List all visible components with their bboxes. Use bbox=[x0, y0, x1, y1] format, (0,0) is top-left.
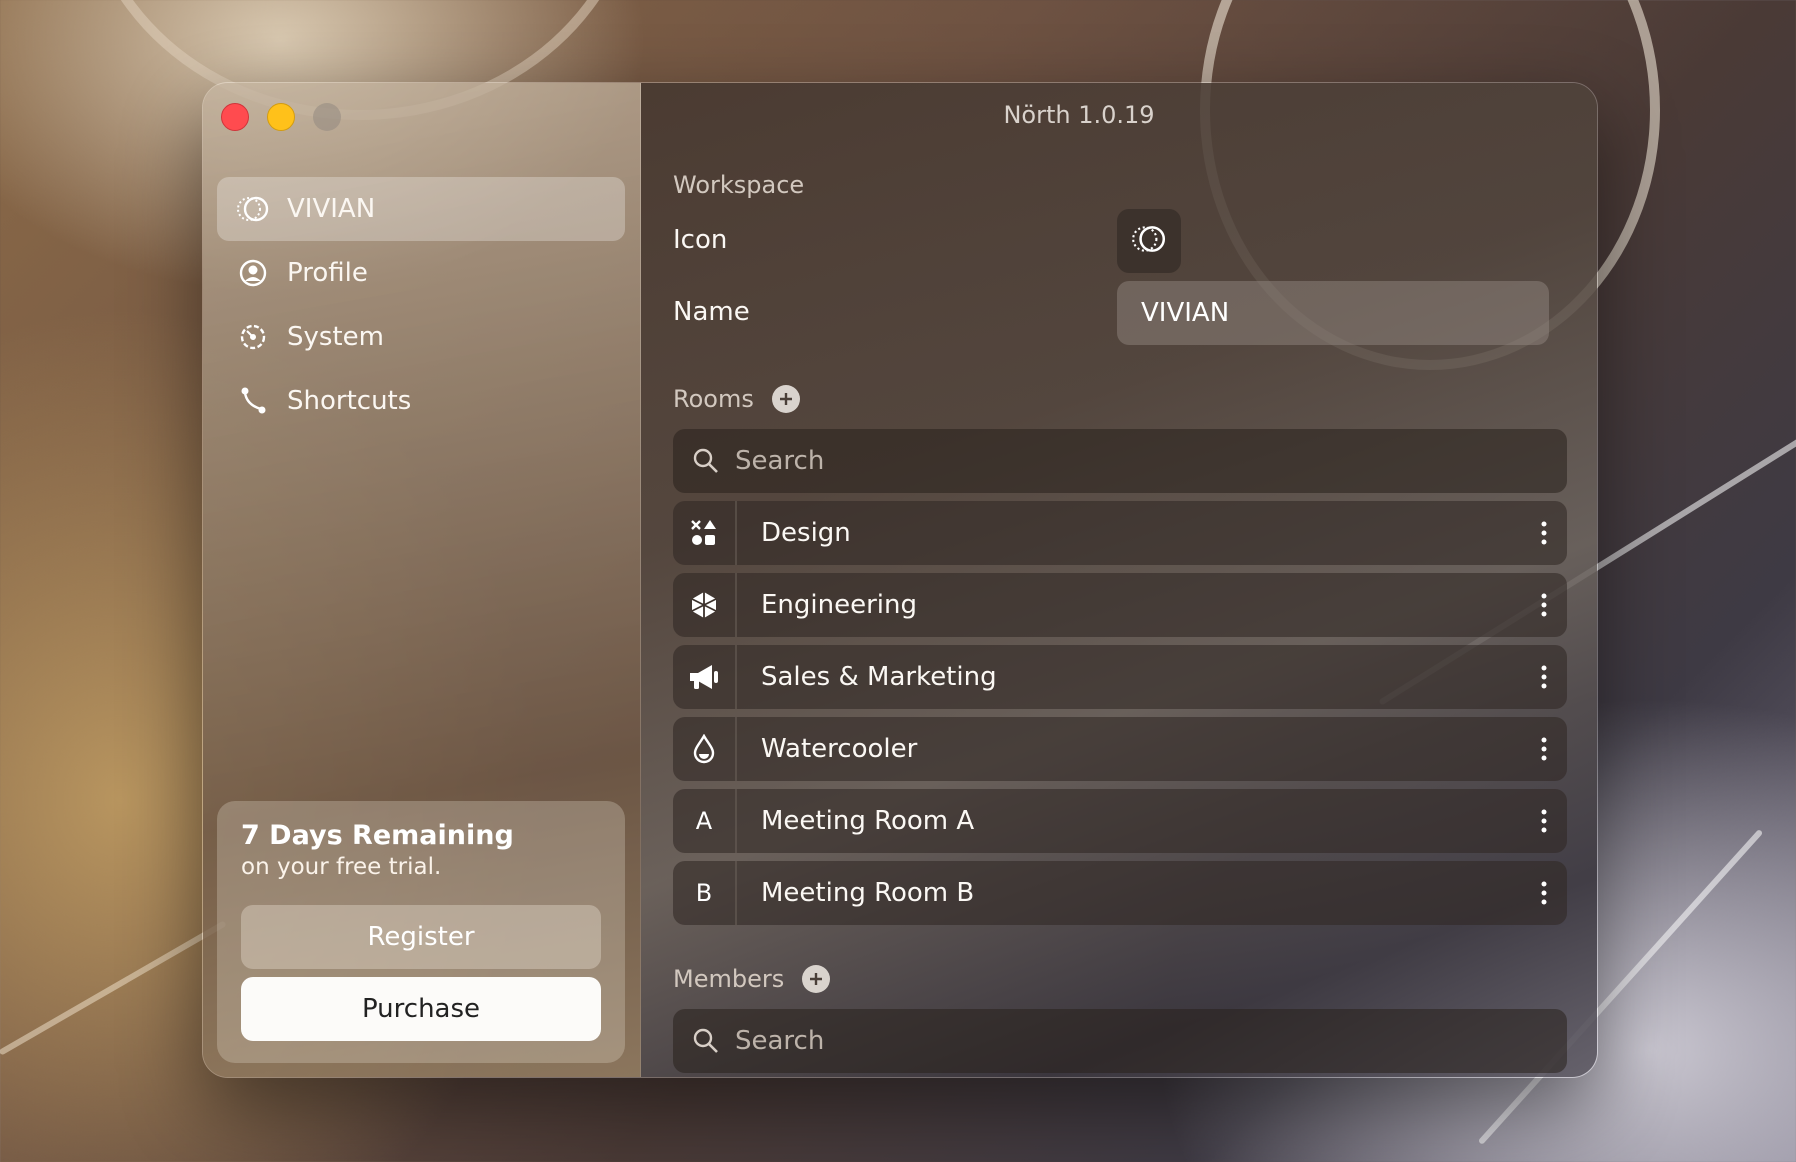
search-placeholder: Search bbox=[735, 1026, 825, 1056]
more-options-icon[interactable] bbox=[1521, 789, 1567, 853]
close-button[interactable] bbox=[221, 103, 249, 131]
room-row-engineering[interactable]: Engineering bbox=[673, 573, 1567, 637]
trial-card: 7 Days Remaining on your free trial. Reg… bbox=[217, 801, 625, 1063]
gear-icon bbox=[235, 319, 271, 355]
sidebar-item-shortcuts[interactable]: Shortcuts bbox=[217, 369, 625, 433]
sidebar: VIVIAN Profile System Shortcuts 7 Days R… bbox=[203, 83, 641, 1077]
more-options-icon[interactable] bbox=[1521, 501, 1567, 565]
room-row-meeting-room-a[interactable]: A Meeting Room A bbox=[673, 789, 1567, 853]
room-name: Engineering bbox=[761, 590, 917, 620]
members-section-label: Members bbox=[673, 965, 831, 993]
window-controls bbox=[221, 103, 341, 131]
workspace-section-label: Workspace bbox=[673, 171, 804, 199]
megaphone-icon bbox=[673, 645, 737, 709]
register-button[interactable]: Register bbox=[241, 905, 601, 969]
rooms-search-input[interactable]: Search bbox=[673, 429, 1567, 493]
sidebar-item-label: System bbox=[287, 322, 384, 352]
sidebar-item-system[interactable]: System bbox=[217, 305, 625, 369]
add-member-button[interactable] bbox=[802, 965, 831, 993]
sidebar-item-profile[interactable]: Profile bbox=[217, 241, 625, 305]
room-name: Sales & Marketing bbox=[761, 662, 997, 692]
add-room-button[interactable] bbox=[771, 385, 800, 413]
plus-icon bbox=[779, 393, 792, 405]
name-label: Name bbox=[673, 297, 750, 327]
water-drop-icon bbox=[673, 717, 737, 781]
section-label-text: Workspace bbox=[673, 171, 805, 199]
more-options-icon[interactable] bbox=[1521, 861, 1567, 925]
workspace-name-value: VIVIAN bbox=[1141, 298, 1230, 328]
room-name: Design bbox=[761, 518, 851, 548]
plus-icon bbox=[810, 973, 823, 985]
window-title: Nörth 1.0.19 bbox=[1003, 101, 1155, 129]
section-label-text: Members bbox=[673, 965, 785, 993]
sidebar-item-label: VIVIAN bbox=[287, 194, 376, 224]
sidebar-item-vivian[interactable]: VIVIAN bbox=[217, 177, 625, 241]
person-circle-icon bbox=[235, 255, 271, 291]
room-row-design[interactable]: Design bbox=[673, 501, 1567, 565]
minimize-button[interactable] bbox=[267, 103, 295, 131]
sidebar-item-label: Shortcuts bbox=[287, 386, 412, 416]
shapes-icon bbox=[673, 501, 737, 565]
room-letter-icon: B bbox=[673, 861, 737, 925]
zoom-button[interactable] bbox=[313, 103, 341, 131]
more-options-icon[interactable] bbox=[1521, 645, 1567, 709]
room-name: Watercooler bbox=[761, 734, 918, 764]
room-row-meeting-room-b[interactable]: B Meeting Room B bbox=[673, 861, 1567, 925]
app-window: VIVIAN Profile System Shortcuts 7 Days R… bbox=[202, 82, 1598, 1078]
background-streak bbox=[0, 920, 227, 1056]
room-row-sales-marketing[interactable]: Sales & Marketing bbox=[673, 645, 1567, 709]
section-label-text: Rooms bbox=[673, 385, 754, 413]
room-letter-icon: A bbox=[673, 789, 737, 853]
more-options-icon[interactable] bbox=[1521, 573, 1567, 637]
rooms-section-label: Rooms bbox=[673, 385, 800, 413]
shortcut-path-icon bbox=[235, 383, 271, 419]
search-placeholder: Search bbox=[735, 446, 825, 476]
workspace-icon-picker[interactable] bbox=[1117, 209, 1181, 273]
sidebar-nav: VIVIAN Profile System Shortcuts bbox=[217, 177, 625, 433]
purchase-button[interactable]: Purchase bbox=[241, 977, 601, 1041]
search-icon bbox=[691, 446, 721, 476]
icon-label: Icon bbox=[673, 225, 728, 255]
room-name: Meeting Room B bbox=[761, 878, 975, 908]
cube-icon bbox=[673, 573, 737, 637]
trial-subtitle: on your free trial. bbox=[241, 854, 442, 880]
room-name: Meeting Room A bbox=[761, 806, 975, 836]
room-row-watercooler[interactable]: Watercooler bbox=[673, 717, 1567, 781]
workspace-name-field[interactable]: VIVIAN bbox=[1117, 281, 1549, 345]
settings-panel: Nörth 1.0.19 Workspace Icon Name VIVIAN … bbox=[641, 83, 1597, 1077]
trial-title: 7 Days Remaining bbox=[241, 820, 514, 851]
workspace-logo-icon bbox=[235, 191, 271, 227]
sidebar-item-label: Profile bbox=[287, 258, 368, 288]
workspace-logo-icon bbox=[1130, 220, 1168, 262]
rooms-list: Design Engineering Sales & Marketing Wat… bbox=[673, 501, 1567, 933]
search-icon bbox=[691, 1026, 721, 1056]
more-options-icon[interactable] bbox=[1521, 717, 1567, 781]
members-search-input[interactable]: Search bbox=[673, 1009, 1567, 1073]
